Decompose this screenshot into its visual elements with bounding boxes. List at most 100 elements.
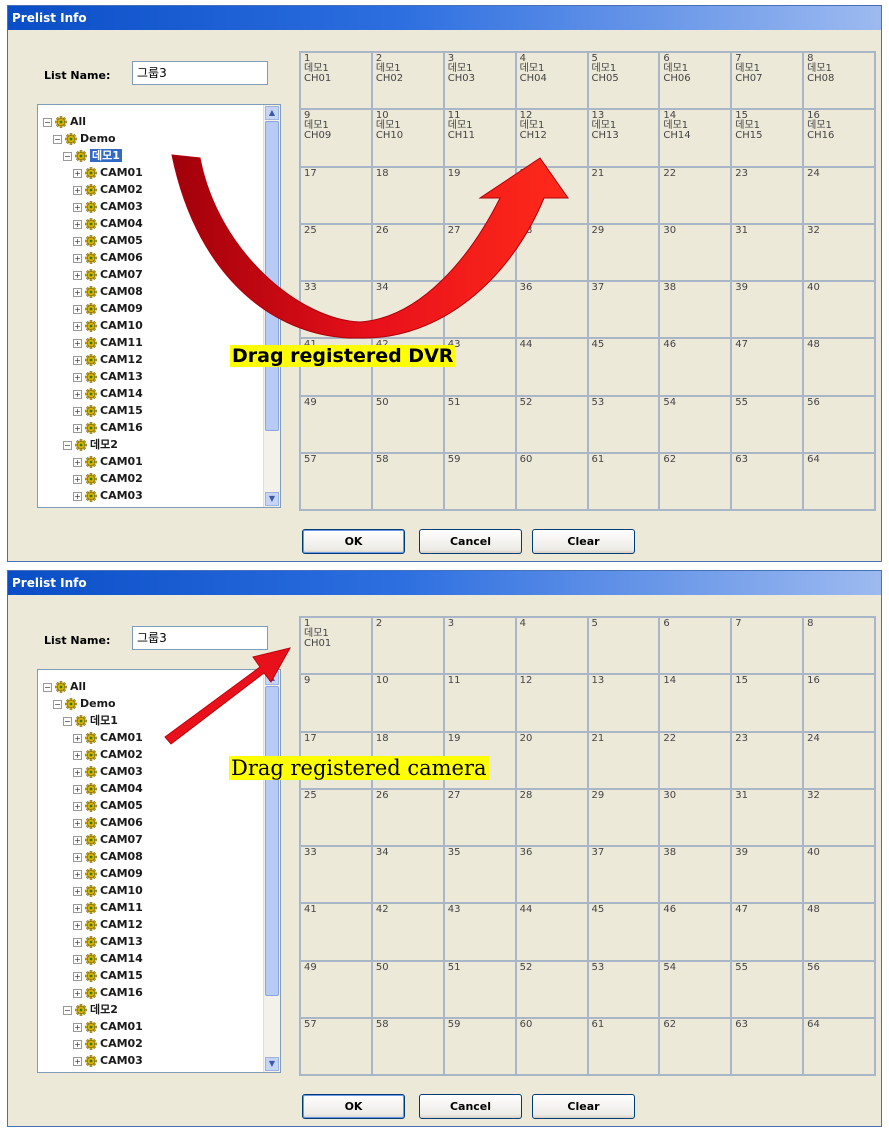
expander-icon[interactable]: + <box>73 338 82 348</box>
tree-item[interactable]: − Demo <box>53 130 116 147</box>
channel-slot[interactable]: 16 <box>804 675 876 733</box>
channel-slot[interactable]: 7 <box>732 618 805 676</box>
expander-icon[interactable]: + <box>73 767 82 777</box>
expander-icon[interactable]: + <box>73 304 82 314</box>
channel-slot[interactable]: 2 데모1 CH02 <box>372 53 445 111</box>
expander-icon[interactable]: + <box>73 971 82 981</box>
tree-item[interactable]: + CAM04 <box>73 215 143 232</box>
cancel-button[interactable]: Cancel <box>419 529 522 554</box>
expander-icon[interactable]: + <box>73 818 82 828</box>
channel-slot[interactable]: 6 <box>660 618 733 676</box>
tree-item[interactable]: + CAM05 <box>73 232 143 249</box>
channel-slot[interactable]: 48 <box>804 904 876 962</box>
channel-slot[interactable]: 9 <box>301 675 373 733</box>
tree-item[interactable]: + CAM15 <box>73 402 143 419</box>
channel-slot[interactable]: 4 <box>516 618 589 676</box>
channel-slot[interactable]: 36 <box>516 282 589 340</box>
channel-slot[interactable]: 8 데모1 CH08 <box>804 53 876 111</box>
expander-icon[interactable]: + <box>73 886 82 896</box>
list-name-input[interactable]: 그룹3 <box>132 626 268 650</box>
channel-slot[interactable]: 21 <box>588 167 661 225</box>
tree-item[interactable]: − All <box>43 678 86 695</box>
tree-item[interactable]: − 데모2 <box>63 1001 118 1018</box>
channel-slot[interactable]: 3 데모1 CH03 <box>444 53 517 111</box>
tree-item[interactable]: + CAM02 <box>73 470 143 487</box>
expander-icon[interactable]: + <box>73 406 82 416</box>
channel-slot[interactable]: 3 <box>444 618 517 676</box>
channel-slot[interactable]: 6 데모1 CH06 <box>660 53 733 111</box>
tree-scrollbar[interactable]: ▲ ▼ <box>263 670 280 1072</box>
channel-slot[interactable]: 11 <box>444 675 517 733</box>
scroll-thumb[interactable] <box>265 686 279 996</box>
channel-slot[interactable]: 52 <box>516 396 589 454</box>
tree-item[interactable]: + CAM10 <box>73 317 143 334</box>
channel-slot[interactable]: 4 데모1 CH04 <box>516 53 589 111</box>
channel-slot[interactable]: 23 <box>732 167 805 225</box>
tree-item[interactable]: + CAM12 <box>73 916 143 933</box>
channel-slot[interactable]: 50 <box>372 396 445 454</box>
tree-item[interactable]: + CAM09 <box>73 300 143 317</box>
scroll-down-icon[interactable]: ▼ <box>265 1057 279 1071</box>
channel-slot[interactable]: 34 <box>372 847 445 905</box>
channel-slot[interactable]: 28 <box>516 789 589 847</box>
channel-slot[interactable]: 43 <box>444 339 517 397</box>
channel-slot[interactable]: 29 <box>588 224 661 282</box>
expander-icon[interactable]: + <box>73 937 82 947</box>
channel-slot[interactable]: 32 <box>804 224 876 282</box>
tree-item[interactable]: + CAM05 <box>73 797 143 814</box>
channel-slot[interactable]: 7 데모1 CH07 <box>732 53 805 111</box>
channel-slot[interactable]: 37 <box>588 282 661 340</box>
tree-item[interactable]: + CAM02 <box>73 746 143 763</box>
channel-slot[interactable]: 61 <box>588 453 661 511</box>
tree-item[interactable]: + CAM06 <box>73 249 143 266</box>
channel-slot[interactable]: 18 <box>372 167 445 225</box>
channel-slot[interactable]: 32 <box>804 789 876 847</box>
channel-slot[interactable]: 54 <box>660 961 733 1019</box>
tree-item[interactable]: + CAM16 <box>73 419 143 436</box>
expander-icon[interactable]: + <box>73 355 82 365</box>
channel-slot[interactable]: 25 <box>301 789 373 847</box>
channel-slot[interactable]: 12 <box>516 675 589 733</box>
expander-icon[interactable]: + <box>73 954 82 964</box>
tree-item[interactable]: + CAM14 <box>73 950 143 967</box>
expander-icon[interactable]: − <box>63 440 72 450</box>
channel-slot[interactable]: 14 <box>660 675 733 733</box>
channel-slot[interactable]: 43 <box>444 904 517 962</box>
device-tree[interactable]: − All − Demo − 데모1 + CAM01 + CAM02 + CAM03 + CAM04 + CA… <box>37 104 281 508</box>
channel-slot[interactable]: 35 <box>444 847 517 905</box>
expander-icon[interactable]: + <box>73 733 82 743</box>
tree-item[interactable]: + CAM16 <box>73 984 143 1001</box>
expander-icon[interactable]: − <box>53 134 62 144</box>
tree-item[interactable]: + CAM13 <box>73 368 143 385</box>
channel-slot[interactable]: 1 데모1 CH01 <box>301 53 373 111</box>
cancel-button[interactable]: Cancel <box>419 1094 522 1119</box>
tree-item[interactable]: + CAM10 <box>73 882 143 899</box>
expander-icon[interactable]: + <box>73 1022 82 1032</box>
expander-icon[interactable]: + <box>73 903 82 913</box>
channel-slot[interactable]: 56 <box>804 961 876 1019</box>
tree-item[interactable]: + CAM01 <box>73 164 143 181</box>
expander-icon[interactable]: + <box>73 491 82 501</box>
channel-slot[interactable]: 17 <box>301 167 373 225</box>
tree-item[interactable]: − 데모1 <box>63 147 122 164</box>
tree-item[interactable]: + CAM09 <box>73 865 143 882</box>
channel-slot[interactable]: 40 <box>804 282 876 340</box>
channel-slot[interactable]: 25 <box>301 224 373 282</box>
channel-slot[interactable]: 64 <box>804 1018 876 1076</box>
channel-slot[interactable]: 42 <box>372 904 445 962</box>
channel-slot[interactable]: 51 <box>444 961 517 1019</box>
channel-slot[interactable]: 14 데모1 CH14 <box>660 110 733 168</box>
tree-item[interactable]: + CAM04 <box>73 780 143 797</box>
channel-slot[interactable]: 62 <box>660 453 733 511</box>
channel-slot[interactable]: 31 <box>732 789 805 847</box>
channel-slot[interactable]: 12 데모1 CH12 <box>516 110 589 168</box>
expander-icon[interactable]: + <box>73 750 82 760</box>
channel-slot[interactable]: 40 <box>804 847 876 905</box>
channel-slot[interactable]: 23 <box>732 732 805 790</box>
channel-slot[interactable]: 59 <box>444 1018 517 1076</box>
channel-slot[interactable]: 24 <box>804 167 876 225</box>
channel-slot[interactable]: 50 <box>372 961 445 1019</box>
tree-item[interactable]: + CAM03 <box>73 487 143 504</box>
tree-item[interactable]: + CAM03 <box>73 1052 143 1069</box>
expander-icon[interactable]: + <box>73 185 82 195</box>
